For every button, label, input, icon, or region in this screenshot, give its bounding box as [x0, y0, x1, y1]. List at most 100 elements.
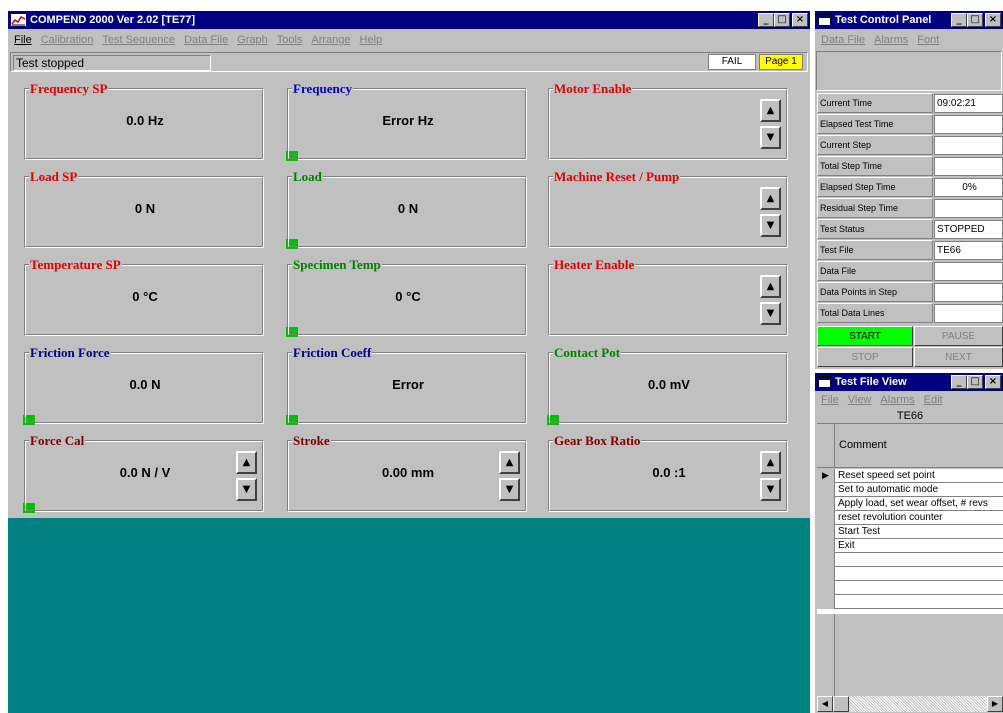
close-icon[interactable]: × [792, 13, 808, 27]
window-icon [818, 376, 831, 388]
menu-graph[interactable]: Graph [237, 34, 268, 46]
menu-alarms[interactable]: Alarms [880, 394, 914, 406]
list-item[interactable]: Exit [817, 539, 1003, 553]
minimize-icon[interactable]: _ [758, 13, 774, 27]
panel-title: Friction Coeff [292, 345, 373, 361]
panel-motor-enable: Motor Enable ▲ ▼ [548, 81, 788, 160]
spin-up-icon[interactable]: ▲ [760, 187, 781, 210]
fail-indicator: FAIL [708, 54, 756, 70]
list-item[interactable] [817, 553, 1003, 567]
row-selector[interactable] [817, 581, 835, 595]
row-comment: Reset speed set point [838, 470, 935, 481]
list-item[interactable]: Apply load, set wear offset, # revs [817, 497, 1003, 511]
panel-title: Machine Reset / Pump [553, 169, 681, 185]
next-button[interactable]: NEXT [914, 347, 1003, 367]
spin-down-icon[interactable]: ▼ [760, 214, 781, 237]
row-selector[interactable] [817, 553, 835, 567]
menu-file[interactable]: File [821, 394, 839, 406]
value-current-step [934, 136, 1003, 155]
list-item[interactable] [817, 581, 1003, 595]
panel-title: Motor Enable [553, 81, 633, 97]
row-selector[interactable] [817, 595, 835, 609]
spin-up-icon[interactable]: ▲ [499, 451, 520, 474]
close-icon[interactable]: × [985, 375, 1001, 389]
list-item[interactable]: ▶ Reset speed set point [817, 469, 1003, 483]
list-item[interactable]: reset revolution counter [817, 511, 1003, 525]
list-item[interactable] [817, 595, 1003, 609]
minimize-icon[interactable]: _ [951, 375, 967, 389]
menu-edit[interactable]: Edit [924, 394, 943, 406]
row-selector[interactable]: ▶ [817, 469, 835, 483]
panel-value: 0 °C [395, 289, 421, 304]
horizontal-scrollbar[interactable]: ◀ ▶ [817, 696, 1003, 712]
maximize-icon[interactable]: □ [774, 13, 790, 27]
menu-test-sequence[interactable]: Test Sequence [102, 34, 175, 46]
status-indicator [23, 503, 35, 513]
spin-down-icon[interactable]: ▼ [760, 478, 781, 501]
menu-view[interactable]: View [848, 394, 872, 406]
start-button[interactable]: START [817, 326, 913, 346]
menu-calibration[interactable]: Calibration [41, 34, 94, 46]
panel-temperature-sp: Temperature SP 0 °C [24, 257, 264, 336]
row-selector[interactable] [817, 511, 835, 525]
spin-down-icon[interactable]: ▼ [760, 302, 781, 325]
menu-file[interactable]: File [14, 34, 32, 46]
status-text: Test stopped [13, 55, 211, 71]
menu-help[interactable]: Help [360, 34, 383, 46]
main-window-title: COMPEND 2000 Ver 2.02 [TE77] [30, 14, 196, 26]
file-view-menu-bar: File View Alarms Edit [815, 392, 1003, 408]
row-comment: Set to automatic mode [838, 484, 939, 495]
row-selector[interactable] [817, 539, 835, 553]
control-panel-title: Test Control Panel [835, 14, 932, 26]
spin-up-icon[interactable]: ▲ [760, 275, 781, 298]
panel-title: Load SP [29, 169, 79, 185]
panel-friction-coeff: Friction Coeff Error [286, 345, 527, 425]
row-selector[interactable] [817, 483, 835, 497]
menu-tools[interactable]: Tools [277, 34, 303, 46]
label-elapsed-step-time: Elapsed Step Time [817, 177, 933, 197]
label-current-step: Current Step [817, 135, 933, 155]
main-window: COMPEND 2000 Ver 2.02 [TE77] _ □ × File … [8, 11, 810, 518]
label-total-data-lines: Total Data Lines [817, 303, 933, 323]
minimize-icon[interactable]: _ [951, 13, 967, 27]
row-selector[interactable] [817, 567, 835, 581]
menu-alarms[interactable]: Alarms [874, 34, 908, 46]
panel-value: 0 N [134, 201, 156, 216]
scroll-thumb[interactable] [833, 696, 849, 712]
label-test-status: Test Status [817, 219, 933, 239]
row-selector[interactable] [817, 497, 835, 511]
label-current-time: Current Time [817, 93, 933, 113]
menu-data-file[interactable]: Data File [821, 34, 865, 46]
comment-column-header[interactable]: Comment [839, 439, 887, 451]
page-button[interactable]: Page 1 [759, 54, 803, 70]
grid-corner [817, 424, 835, 468]
main-title-bar[interactable]: COMPEND 2000 Ver 2.02 [TE77] _ □ × [8, 11, 810, 29]
row-selector[interactable] [817, 525, 835, 539]
file-view-title-bar[interactable]: Test File View _ □ × [815, 373, 1003, 391]
close-icon[interactable]: × [985, 13, 1001, 27]
list-item[interactable]: Set to automatic mode [817, 483, 1003, 497]
menu-data-file[interactable]: Data File [184, 34, 228, 46]
value-residual-step-time [934, 199, 1003, 218]
desktop-background [8, 518, 810, 713]
menu-font[interactable]: Font [917, 34, 939, 46]
spin-down-icon[interactable]: ▼ [499, 478, 520, 501]
maximize-icon[interactable]: □ [967, 13, 983, 27]
spin-down-icon[interactable]: ▼ [236, 478, 257, 501]
menu-arrange[interactable]: Arrange [311, 34, 350, 46]
spin-up-icon[interactable]: ▲ [236, 451, 257, 474]
panel-value: 0.0 N / V [119, 465, 171, 480]
label-total-step-time: Total Step Time [817, 156, 933, 176]
list-item[interactable] [817, 567, 1003, 581]
spin-down-icon[interactable]: ▼ [760, 126, 781, 149]
list-item[interactable]: Start Test [817, 525, 1003, 539]
scroll-right-icon[interactable]: ▶ [987, 696, 1003, 712]
maximize-icon[interactable]: □ [967, 375, 983, 389]
stop-button[interactable]: STOP [817, 347, 913, 367]
control-panel-title-bar[interactable]: Test Control Panel _ □ × [815, 11, 1003, 29]
scroll-left-icon[interactable]: ◀ [817, 696, 833, 712]
spin-up-icon[interactable]: ▲ [760, 451, 781, 474]
file-view-title: Test File View [835, 376, 907, 388]
spin-up-icon[interactable]: ▲ [760, 99, 781, 122]
pause-button[interactable]: PAUSE [914, 326, 1003, 346]
